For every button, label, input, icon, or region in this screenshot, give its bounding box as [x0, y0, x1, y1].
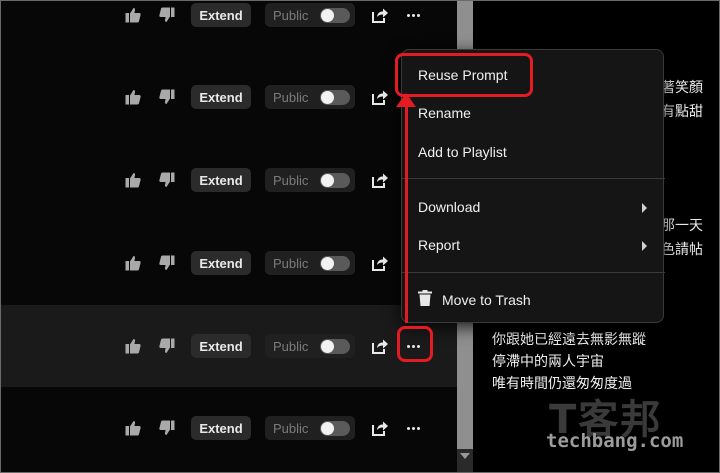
- annotation-arrow-head-icon: [396, 93, 416, 107]
- public-label: Public: [273, 172, 309, 188]
- highlight-more-button: [397, 326, 433, 362]
- public-toggle[interactable]: [320, 421, 350, 436]
- thumbs-down-icon[interactable]: [159, 255, 175, 271]
- extend-button[interactable]: Extend: [191, 251, 251, 275]
- lyrics-block: 你跟她已經遠去無影無蹤 停滯中的兩人宇宙 唯有時間仍還匆匆度過: [492, 329, 646, 395]
- menu-item-report[interactable]: Report: [418, 237, 460, 253]
- share-icon[interactable]: [371, 337, 389, 355]
- app-window: Extend Public Extend Public Extend Public Exte…: [0, 0, 720, 473]
- thumbs-down-icon[interactable]: [159, 7, 175, 23]
- extend-button[interactable]: Extend: [191, 168, 251, 192]
- public-toggle-pill[interactable]: Public: [265, 416, 355, 440]
- public-toggle-pill[interactable]: Public: [265, 251, 355, 275]
- menu-item-rename[interactable]: Rename: [418, 105, 471, 121]
- song-row[interactable]: Extend Public: [1, 56, 457, 138]
- public-label: Public: [273, 338, 309, 354]
- song-list: Extend Public Extend Public Extend Public Exte…: [1, 1, 457, 472]
- lyric-fragment: 著笑顏: [661, 80, 703, 96]
- thumbs-up-icon[interactable]: [125, 338, 141, 354]
- annotation-arrow: [405, 105, 408, 323]
- scroll-down-arrow-icon[interactable]: [460, 453, 470, 459]
- public-label: Public: [273, 7, 309, 23]
- menu-item-download[interactable]: Download: [418, 199, 480, 215]
- thumbs-up-icon[interactable]: [125, 7, 141, 23]
- extend-button[interactable]: Extend: [191, 416, 251, 440]
- song-row[interactable]: Extend Public: [1, 387, 457, 469]
- share-icon[interactable]: [371, 171, 389, 189]
- thumbs-down-icon[interactable]: [159, 338, 175, 354]
- lyric-fragment: 那一天: [661, 218, 703, 234]
- menu-item-add-to-playlist[interactable]: Add to Playlist: [418, 144, 507, 160]
- song-row[interactable]: Extend Public: [1, 305, 457, 387]
- chevron-right-icon: [642, 241, 647, 251]
- public-label: Public: [273, 420, 309, 436]
- song-row[interactable]: Extend Public: [1, 139, 457, 221]
- chevron-right-icon: [642, 203, 647, 213]
- public-label: Public: [273, 89, 309, 105]
- thumbs-down-icon[interactable]: [159, 420, 175, 436]
- menu-item-move-to-trash[interactable]: Move to Trash: [442, 292, 531, 308]
- trash-icon: [418, 290, 432, 306]
- lyric-line: 停滯中的兩人宇宙: [492, 354, 604, 370]
- lyric-line: 你跟她已經遠去無影無蹤: [492, 332, 646, 348]
- more-options-button[interactable]: [403, 6, 423, 24]
- watermark-domain: techbang.com: [546, 430, 684, 452]
- public-toggle[interactable]: [320, 8, 350, 23]
- public-toggle[interactable]: [320, 339, 350, 354]
- share-icon[interactable]: [371, 6, 389, 24]
- lyric-fragment: 色請帖: [661, 242, 703, 258]
- public-toggle-pill[interactable]: Public: [265, 3, 355, 27]
- highlight-reuse-prompt: [395, 53, 533, 97]
- thumbs-up-icon[interactable]: [125, 89, 141, 105]
- public-toggle-pill[interactable]: Public: [265, 85, 355, 109]
- public-toggle-pill[interactable]: Public: [265, 168, 355, 192]
- public-toggle-pill[interactable]: Public: [265, 334, 355, 358]
- more-options-button[interactable]: [403, 419, 423, 437]
- share-icon[interactable]: [371, 88, 389, 106]
- extend-button[interactable]: Extend: [191, 85, 251, 109]
- menu-divider: [402, 272, 665, 273]
- song-row[interactable]: Extend Public: [1, 1, 457, 56]
- extend-button[interactable]: Extend: [191, 334, 251, 358]
- share-icon[interactable]: [371, 254, 389, 272]
- public-toggle[interactable]: [320, 90, 350, 105]
- thumbs-down-icon[interactable]: [159, 172, 175, 188]
- lyric-fragment: 有點甜: [661, 104, 703, 120]
- extend-button[interactable]: Extend: [191, 3, 251, 27]
- public-label: Public: [273, 255, 309, 271]
- share-icon[interactable]: [371, 419, 389, 437]
- menu-divider: [402, 178, 665, 179]
- public-toggle[interactable]: [320, 173, 350, 188]
- thumbs-down-icon[interactable]: [159, 89, 175, 105]
- thumbs-up-icon[interactable]: [125, 420, 141, 436]
- song-row[interactable]: Extend Public: [1, 222, 457, 304]
- thumbs-up-icon[interactable]: [125, 172, 141, 188]
- public-toggle[interactable]: [320, 256, 350, 271]
- thumbs-up-icon[interactable]: [125, 255, 141, 271]
